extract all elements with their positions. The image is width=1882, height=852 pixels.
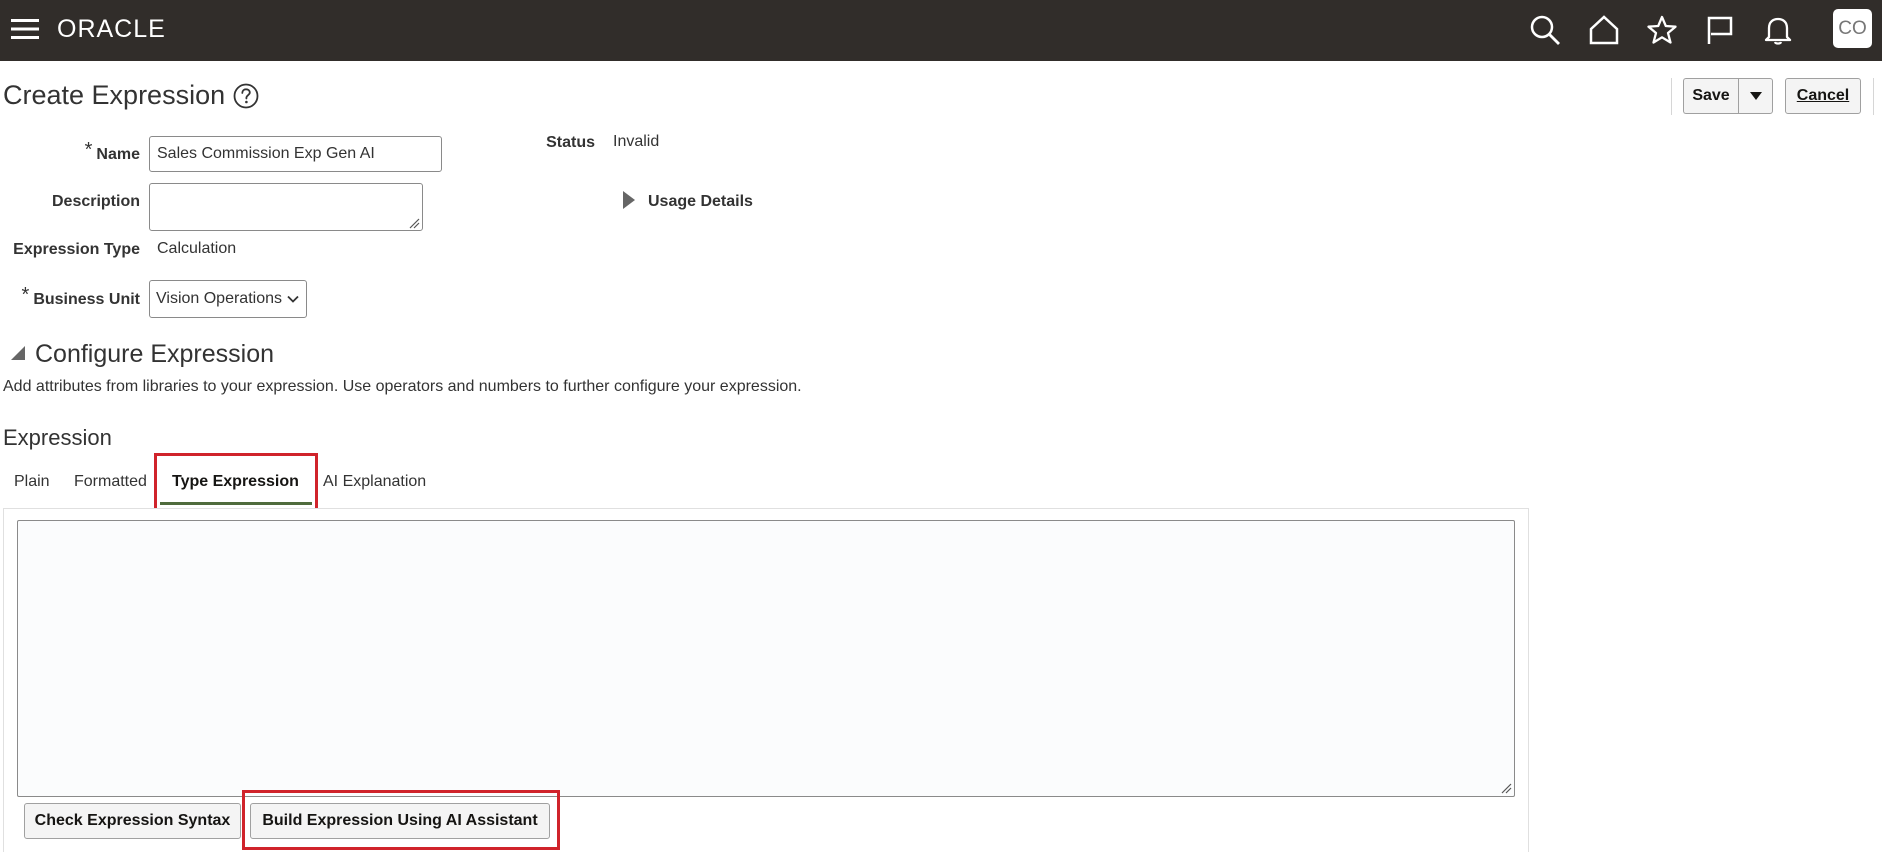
menu-icon[interactable] xyxy=(10,14,40,44)
page-title: Create Expression xyxy=(3,80,226,110)
usage-details-toggle[interactable]: Usage Details xyxy=(648,192,753,212)
configure-help-text: Add attributes from libraries to your ex… xyxy=(3,378,802,395)
description-label: Description xyxy=(51,193,140,210)
toolbar-divider xyxy=(1671,78,1672,115)
favorites-star-icon[interactable] xyxy=(1642,10,1682,50)
caret-down-icon xyxy=(1749,92,1762,100)
cancel-button[interactable]: Cancel xyxy=(1785,78,1861,114)
name-label: * Name xyxy=(20,140,140,165)
expression-type-value: Calculation xyxy=(157,240,237,257)
tab-formatted[interactable]: Formatted xyxy=(74,470,147,494)
help-icon[interactable] xyxy=(233,83,259,109)
expression-heading: Expression xyxy=(3,425,112,450)
required-indicator: * xyxy=(84,139,93,161)
user-avatar[interactable]: CO xyxy=(1833,9,1872,48)
notifications-bell-icon[interactable] xyxy=(1758,10,1798,50)
expand-triangle-icon[interactable] xyxy=(622,190,636,210)
resize-grip-icon[interactable] xyxy=(1500,782,1512,794)
business-unit-select[interactable]: Vision Operations xyxy=(149,280,307,318)
global-header: ORACLE CO xyxy=(0,0,1882,61)
oracle-logo[interactable]: ORACLE xyxy=(57,14,166,44)
status-value: Invalid xyxy=(613,133,660,150)
save-button[interactable]: Save xyxy=(1683,78,1738,114)
check-expression-syntax-button[interactable]: Check Expression Syntax xyxy=(24,803,241,839)
business-unit-selected-value: Vision Operations xyxy=(156,290,282,307)
toolbar-divider xyxy=(1873,78,1874,115)
required-indicator: * xyxy=(21,284,30,306)
status-label: Status xyxy=(546,134,595,151)
business-unit-label: * Business Unit xyxy=(6,285,140,310)
chevron-down-icon xyxy=(287,295,299,303)
search-icon[interactable] xyxy=(1525,10,1565,50)
flag-icon[interactable] xyxy=(1700,10,1740,50)
collapse-triangle-icon[interactable] xyxy=(10,345,26,361)
expression-type-label: Expression Type xyxy=(13,241,140,258)
name-input[interactable] xyxy=(149,136,442,172)
tab-type-expression[interactable]: Type Expression xyxy=(172,470,299,494)
home-icon[interactable] xyxy=(1584,10,1624,50)
resize-grip-icon[interactable] xyxy=(408,217,420,229)
business-unit-label-text: Business Unit xyxy=(33,291,140,308)
name-label-text: Name xyxy=(96,146,140,163)
save-options-dropdown[interactable] xyxy=(1738,78,1773,114)
active-tab-underline xyxy=(160,502,312,505)
tab-plain[interactable]: Plain xyxy=(14,470,50,494)
expression-editor[interactable] xyxy=(17,520,1515,797)
tab-ai-explanation[interactable]: AI Explanation xyxy=(323,470,426,494)
build-expression-ai-assistant-button[interactable]: Build Expression Using AI Assistant xyxy=(250,803,550,839)
configure-expression-heading[interactable]: Configure Expression xyxy=(35,339,274,369)
description-input[interactable] xyxy=(149,183,423,231)
